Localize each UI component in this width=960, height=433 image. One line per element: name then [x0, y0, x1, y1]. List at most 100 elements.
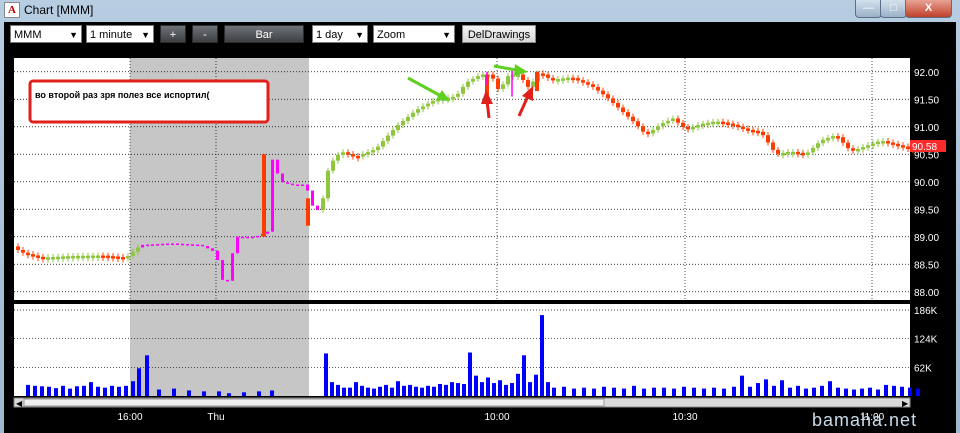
price-bar [376, 146, 380, 150]
volume-bar [480, 382, 484, 396]
time-tick-label: Thu [207, 412, 224, 423]
price-bar [696, 125, 700, 128]
volume-bar [612, 387, 616, 396]
scroll-right-icon[interactable]: ▶ [902, 399, 909, 408]
price-bar [256, 235, 259, 238]
volume-bar [876, 389, 880, 396]
chevron-down-icon: ▼ [69, 30, 78, 40]
price-bar [141, 244, 144, 248]
price-bar [591, 84, 595, 87]
price-volume-chart[interactable]: ◀ ▶ 16:00 Thu 10:00 10:30 11:00 92.0091.5091… [4, 48, 956, 433]
price-tick-label: 88.50 [914, 260, 939, 271]
price-bar [166, 243, 169, 246]
price-bar [281, 173, 284, 183]
minimize-button[interactable]: — [855, 0, 882, 18]
price-bar [896, 143, 900, 147]
price-bar [566, 77, 570, 81]
volume-bar [348, 387, 352, 396]
price-bar [361, 154, 365, 157]
time-tick-label: 10:30 [672, 412, 697, 423]
volume-bar [414, 386, 418, 396]
volume-bar [172, 388, 176, 396]
volume-bar [868, 387, 872, 396]
price-bar [26, 252, 30, 256]
interval-select[interactable]: 1 minute ▼ [86, 25, 154, 43]
volume-bar [131, 381, 135, 396]
price-bar [262, 154, 266, 237]
price-bar [546, 74, 550, 78]
del-drawings-button[interactable]: DelDrawings [462, 25, 536, 43]
price-bar [121, 256, 125, 260]
volume-bar [396, 381, 400, 396]
volume-bar [682, 386, 686, 396]
volume-bar [900, 386, 904, 396]
chart-area[interactable]: ◀ ▶ 16:00 Thu 10:00 10:30 11:00 92.00 91.50 91… [4, 48, 956, 433]
price-bar [206, 245, 209, 249]
price-bar [286, 182, 289, 184]
after-hours-shade-volume [130, 304, 309, 396]
price-bar [211, 248, 214, 251]
volume-bar [884, 384, 888, 396]
price-bar [846, 142, 850, 149]
window-title: Chart [MMM] [24, 3, 94, 17]
price-bar [556, 79, 560, 82]
maximize-button[interactable]: □ [880, 0, 907, 18]
price-bar [111, 256, 115, 259]
volume-bar [390, 387, 394, 396]
price-bar [21, 250, 25, 253]
price-tick-label: 92.00 [914, 68, 939, 79]
zoom-out-button[interactable]: - [192, 25, 218, 43]
price-bar [551, 77, 555, 81]
scroll-left-icon[interactable]: ◀ [16, 399, 23, 408]
price-bar [716, 121, 720, 125]
price-bar [146, 244, 149, 247]
price-bar [766, 135, 770, 143]
volume-bar [764, 379, 768, 396]
annotation-box[interactable] [28, 79, 270, 124]
price-bar [306, 198, 310, 226]
volume-bar [40, 386, 44, 396]
title-bar[interactable]: A Chart [MMM] — □ X [0, 0, 960, 20]
price-bar [831, 136, 835, 139]
price-bar [586, 82, 590, 85]
price-bar [66, 256, 70, 259]
scrollbar-thumb[interactable] [23, 398, 605, 407]
price-bar [41, 256, 45, 260]
price-bar [316, 205, 319, 211]
volume-bar [836, 387, 840, 396]
price-bar [401, 120, 405, 126]
price-bar [571, 77, 575, 81]
last-price-value: 90.58 [912, 142, 937, 153]
volume-bar [662, 387, 666, 396]
price-axis: 92.0091.5091.0090.5090.0089.5089.0088.50… [914, 68, 939, 299]
price-bar [411, 112, 415, 117]
volume-bar [602, 386, 606, 396]
price-bar [881, 141, 885, 144]
chart-type-button[interactable]: Bar [224, 25, 304, 43]
symbol-select[interactable]: MMM ▼ [10, 25, 82, 43]
volume-bar [384, 384, 388, 396]
price-bar [776, 149, 780, 154]
price-bar [535, 71, 539, 91]
volume-bar [788, 387, 792, 396]
price-bar [681, 122, 685, 127]
close-button[interactable]: X [905, 0, 952, 18]
volume-bar [33, 385, 37, 396]
mode-select[interactable]: Zoom ▼ [373, 25, 455, 43]
volume-bar [632, 385, 636, 396]
price-bar [761, 131, 765, 136]
price-bar [116, 256, 120, 260]
volume-bar [908, 387, 912, 396]
zoom-in-button[interactable]: + [160, 25, 186, 43]
price-bar [471, 78, 475, 82]
volume-tick-label: 124K [914, 335, 938, 346]
volume-bar [103, 387, 107, 396]
price-bar [406, 116, 410, 121]
price-bar [76, 255, 80, 259]
volume-bar [498, 380, 502, 396]
price-bar [691, 126, 695, 130]
volume-bar [652, 387, 656, 396]
price-bar [561, 78, 565, 81]
range-select[interactable]: 1 day ▼ [312, 25, 368, 43]
volume-bar [456, 383, 460, 396]
